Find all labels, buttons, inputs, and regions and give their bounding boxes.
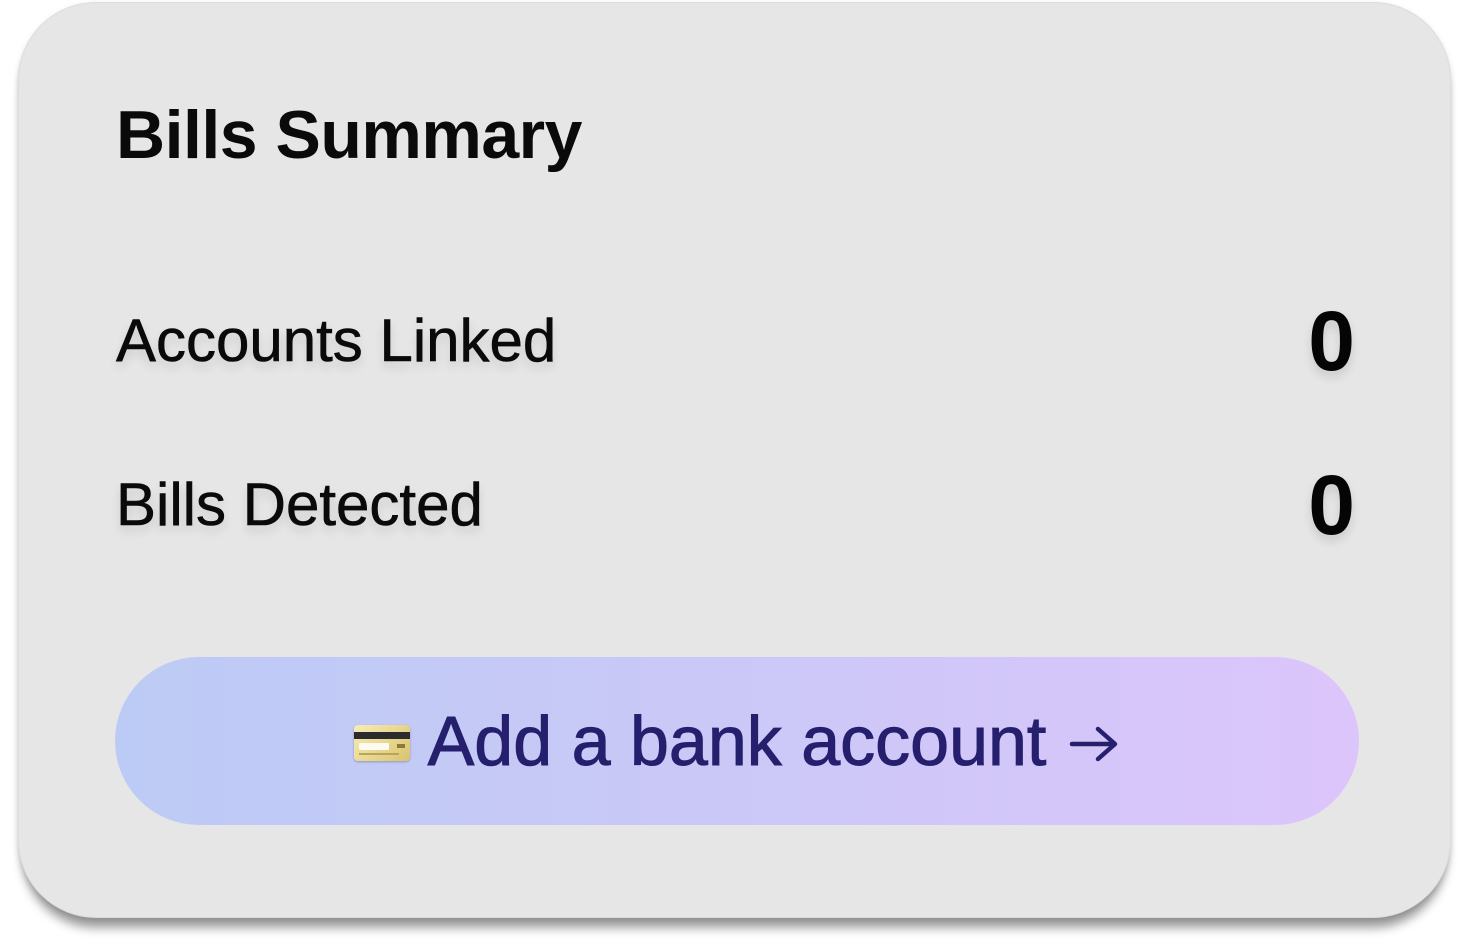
card-title: Bills Summary [116,97,582,173]
accounts-linked-label: Accounts Linked [116,307,557,374]
bills-detected-value: 0 [1308,458,1355,552]
credit-card-icon [353,725,410,761]
bills-detected-row: Bills Detected 0 [116,461,1359,551]
bills-detected-label: Bills Detected [116,471,483,538]
accounts-linked-row: Accounts Linked 0 [116,297,1359,387]
add-bank-account-label: Add a bank account [427,702,1047,780]
add-bank-account-button[interactable]: Add a bank account [115,657,1359,825]
bills-summary-card: Bills Summary Accounts Linked 0 Bills De… [18,2,1451,918]
arrow-right-icon [1070,726,1118,762]
accounts-linked-value: 0 [1308,294,1355,388]
